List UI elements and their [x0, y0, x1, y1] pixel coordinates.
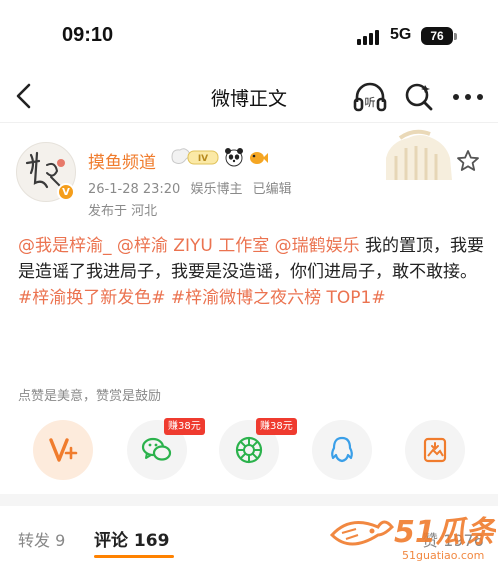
- search-icon: [405, 83, 433, 111]
- listen-button[interactable]: 听: [352, 80, 388, 114]
- post-meta: 26-1-28 23:20 娱乐博主 已编辑: [88, 178, 298, 197]
- panda-icon: [225, 148, 243, 167]
- author-badges: IV: [170, 146, 268, 168]
- vip-plus-icon: [49, 438, 78, 462]
- svg-text:听: 听: [365, 96, 376, 109]
- nav-divider: [0, 122, 498, 123]
- tab-comment-count: 169: [133, 531, 170, 551]
- post-date: 26-1-28 23:20: [88, 182, 181, 197]
- reward-note: 点赞是美意，赞赏是鼓励: [18, 389, 162, 404]
- more-icon: [453, 94, 483, 100]
- signal-icon: [357, 29, 383, 45]
- tab-repost-count: 9: [55, 531, 66, 550]
- post-location: 发布于 河北: [88, 204, 158, 219]
- svg-text:51guatiao.com: 51guatiao.com: [402, 549, 484, 562]
- qq-icon: [331, 436, 353, 463]
- wechat-icon: [141, 437, 172, 461]
- battery-tip: [454, 33, 457, 40]
- fish-icon: [250, 152, 268, 164]
- membership-iv-badge[interactable]: IV: [170, 147, 220, 167]
- network-type: 5G: [390, 26, 412, 43]
- tab-repost-label: 转发: [18, 531, 51, 550]
- search-button[interactable]: [402, 80, 436, 114]
- wechat-earn-badge: 赚38元: [164, 418, 205, 435]
- post-hashtags[interactable]: #梓渝换了新发色# #梓渝微博之夜六榜 TOP1#: [18, 288, 386, 308]
- status-bar: 09:10 5G 76: [0, 0, 498, 74]
- tab-comment-label: 评论: [94, 531, 128, 551]
- status-time: 09:10: [62, 24, 114, 46]
- post-body: @我是梓渝_ @梓渝 ZIYU 工作室 @瑞鹤娱乐 我的置顶，我要是造谣了我进局…: [18, 233, 486, 311]
- star-icon: [457, 150, 479, 171]
- author-name[interactable]: 摸鱼频道: [88, 148, 156, 173]
- moments-earn-badge: 赚38元: [256, 418, 297, 435]
- tab-repost[interactable]: 转发 9: [18, 527, 65, 551]
- favorite-button[interactable]: [455, 148, 481, 174]
- image-download-icon: [423, 437, 447, 463]
- vip-plus-button[interactable]: [33, 420, 93, 480]
- tab-comment[interactable]: 评论 169: [94, 526, 169, 551]
- tab-active-indicator: [94, 555, 174, 558]
- post-mentions[interactable]: @我是梓渝_ @梓渝 ZIYU 工作室 @瑞鹤娱乐: [18, 236, 360, 256]
- svg-text:51瓜条: 51瓜条: [394, 515, 496, 550]
- card-decoration-image: [386, 129, 452, 180]
- battery-icon: 76: [421, 27, 453, 45]
- edited-label[interactable]: 已编辑: [253, 182, 292, 197]
- share-qq-button[interactable]: [312, 420, 372, 480]
- headphones-icon: 听: [353, 82, 387, 112]
- nav-bar: 微博正文 听: [0, 74, 498, 122]
- moments-icon: [235, 436, 263, 464]
- more-button[interactable]: [448, 80, 488, 114]
- svg-text:IV: IV: [198, 154, 208, 164]
- verified-badge: V: [57, 183, 75, 201]
- author-role: 娱乐博主: [190, 182, 243, 197]
- watermark-logo: 51瓜条 51guatiao.com: [329, 515, 496, 562]
- save-image-button[interactable]: [405, 420, 465, 480]
